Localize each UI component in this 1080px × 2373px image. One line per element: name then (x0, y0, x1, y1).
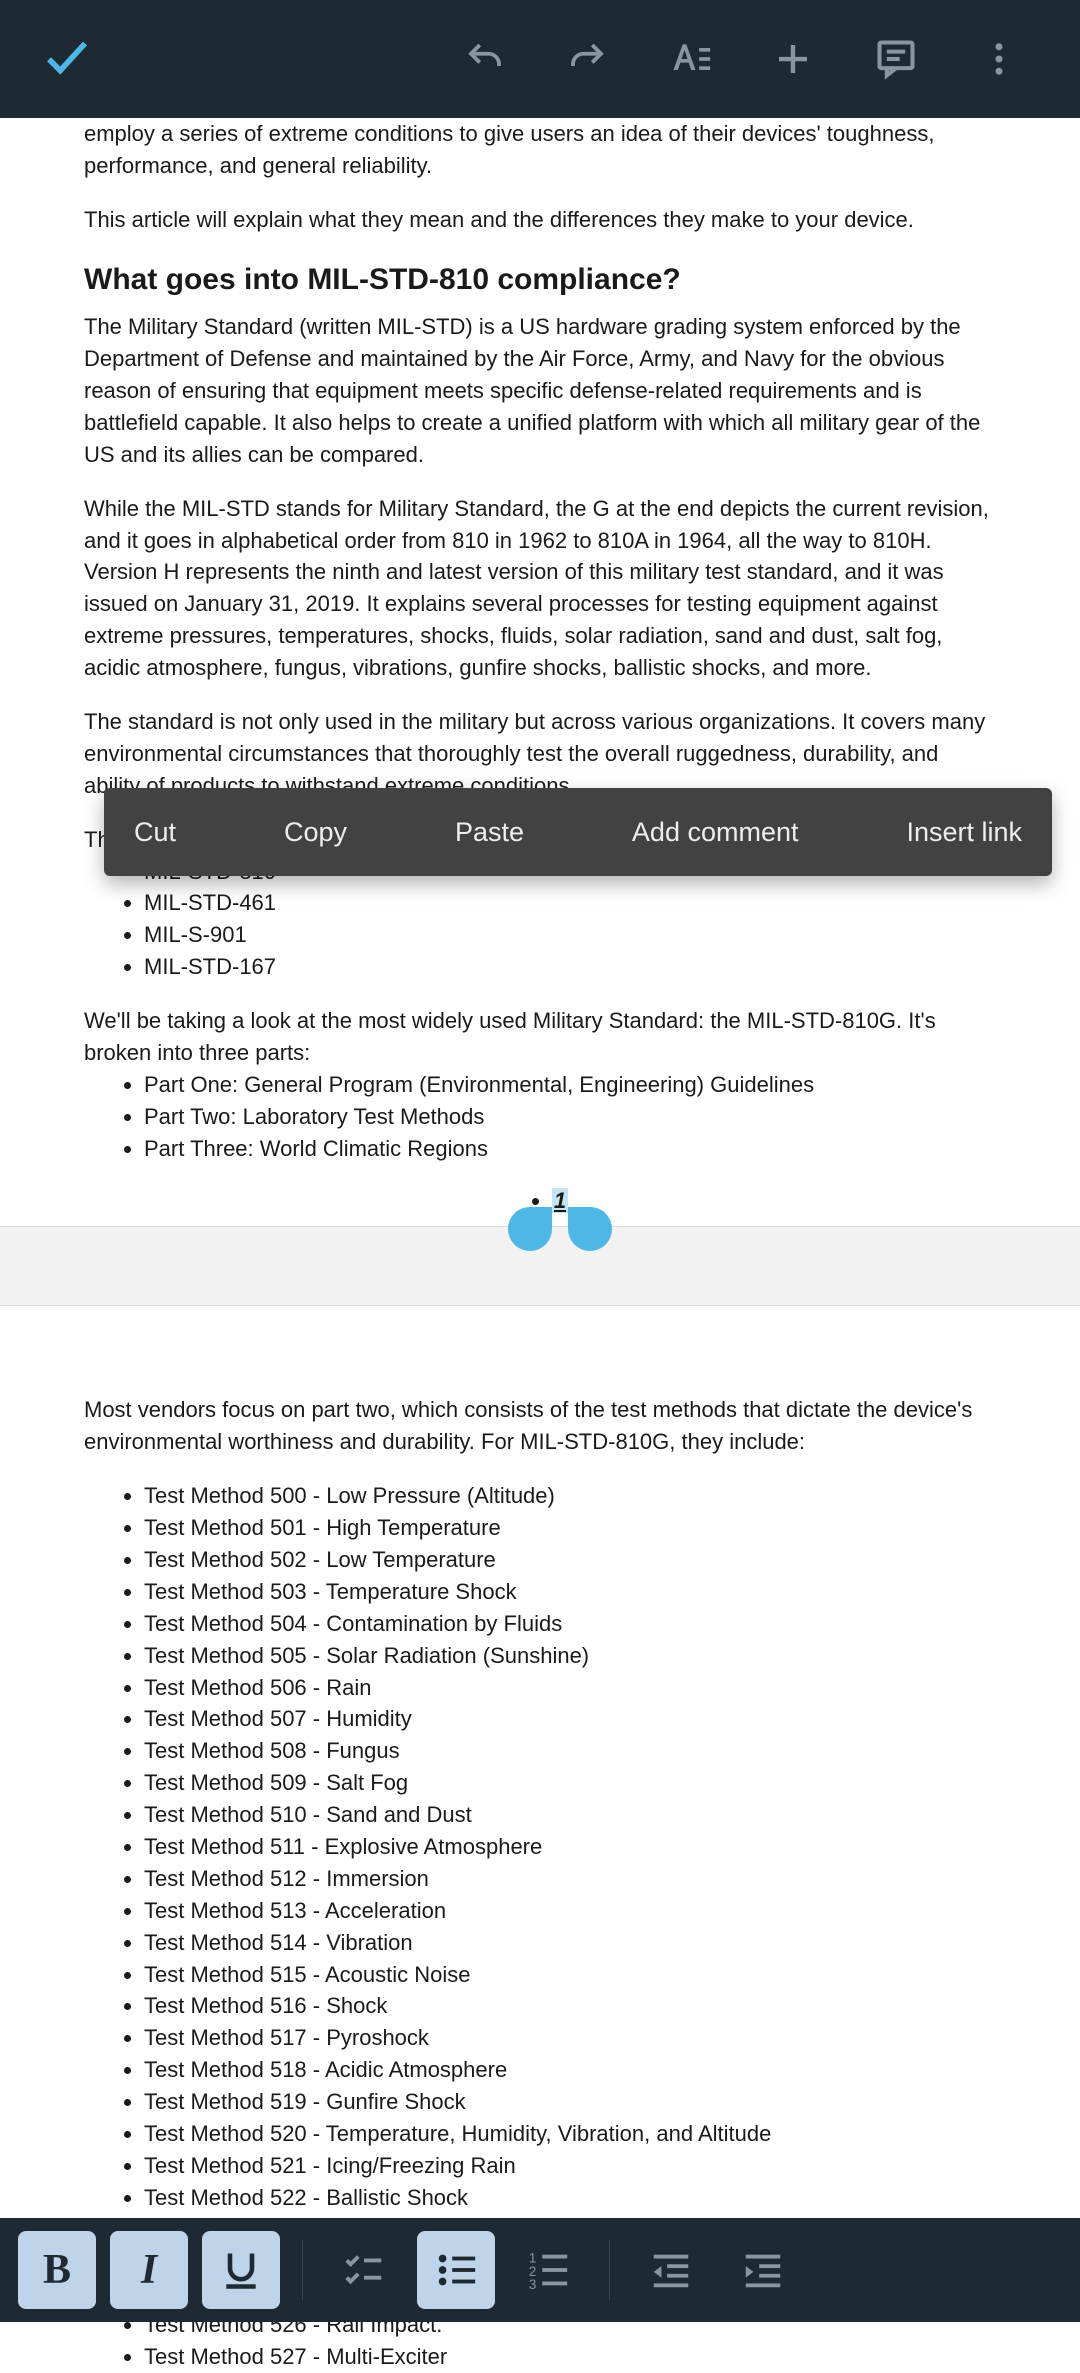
italic-button[interactable]: I (110, 2231, 188, 2309)
list-item[interactable]: Test Method 517 - Pyroshock (144, 2022, 996, 2054)
text-selection[interactable]: 1 (552, 1185, 568, 1217)
outdent-button[interactable] (632, 2231, 710, 2309)
checklist-button[interactable] (325, 2231, 403, 2309)
list-item[interactable]: Test Method 521 - Icing/Freezing Rain (144, 2150, 996, 2182)
undo-icon[interactable] (464, 38, 506, 80)
more-vert-icon[interactable] (978, 38, 1020, 80)
list-item[interactable]: Test Method 516 - Shock (144, 1990, 996, 2022)
list-item[interactable]: Test Method 508 - Fungus (144, 1735, 996, 1767)
list-item[interactable]: Test Method 509 - Salt Fog (144, 1767, 996, 1799)
body-text[interactable]: This article will explain what they mean… (84, 204, 996, 236)
list-item[interactable]: Test Method 513 - Acceleration (144, 1895, 996, 1927)
list-item[interactable]: Test Method 501 - High Temperature (144, 1512, 996, 1544)
list-item[interactable]: MIL-STD-461 (144, 887, 996, 919)
list-item[interactable]: MIL-S-901 (144, 919, 996, 951)
list-item[interactable]: Test Method 518 - Acidic Atmosphere (144, 2054, 996, 2086)
underline-button[interactable] (202, 2231, 280, 2309)
body-text[interactable]: We'll be taking a look at the most widel… (84, 1005, 996, 1069)
list-item[interactable]: Part Two: Laboratory Test Methods (144, 1101, 996, 1133)
list-item[interactable]: Test Method 512 - Immersion (144, 1863, 996, 1895)
svg-text:3: 3 (529, 2277, 536, 2292)
list-item[interactable]: Test Method 504 - Contamination by Fluid… (144, 1608, 996, 1640)
cut-menu-item[interactable]: Cut (134, 817, 176, 848)
paste-menu-item[interactable]: Paste (455, 817, 524, 848)
list-item[interactable]: Test Method 520 - Temperature, Humidity,… (144, 2118, 996, 2150)
done-check-icon[interactable] (40, 30, 94, 89)
selected-text[interactable]: 1 (552, 1188, 568, 1213)
document-body[interactable]: employ a series of extreme conditions to… (0, 118, 1080, 2373)
plus-icon[interactable] (772, 38, 814, 80)
bold-button[interactable]: B (18, 2231, 96, 2309)
selection-handle-end[interactable] (568, 1207, 612, 1251)
top-toolbar (0, 0, 1080, 118)
body-text[interactable]: While the MIL-STD stands for Military St… (84, 493, 996, 684)
parts-list[interactable]: Part One: General Program (Environmental… (84, 1069, 996, 1165)
list-item[interactable]: Test Method 505 - Solar Radiation (Sunsh… (144, 1640, 996, 1672)
divider (302, 2240, 303, 2300)
bullet-list-button[interactable] (417, 2231, 495, 2309)
insert-link-menu-item[interactable]: Insert link (906, 817, 1022, 848)
body-text[interactable]: The Military Standard (written MIL-STD) … (84, 311, 996, 470)
copy-menu-item[interactable]: Copy (284, 817, 347, 848)
numbered-list-button[interactable]: 123 (509, 2231, 587, 2309)
list-item[interactable]: Part Three: World Climatic Regions (144, 1133, 996, 1165)
redo-icon[interactable] (566, 38, 608, 80)
indent-button[interactable] (724, 2231, 802, 2309)
list-item[interactable]: Test Method 519 - Gunfire Shock (144, 2086, 996, 2118)
divider (609, 2240, 610, 2300)
list-item[interactable]: Part One: General Program (Environmental… (144, 1069, 996, 1101)
list-item[interactable]: Test Method 511 - Explosive Atmosphere (144, 1831, 996, 1863)
list-item[interactable]: Test Method 506 - Rain (144, 1672, 996, 1704)
list-item[interactable]: Test Method 514 - Vibration (144, 1927, 996, 1959)
list-item[interactable]: Test Method 527 - Multi-Exciter (144, 2341, 996, 2373)
format-toolbar: B I 123 (0, 2218, 1080, 2322)
context-menu: Cut Copy Paste Add comment Insert link (104, 788, 1052, 876)
list-item[interactable]: Test Method 500 - Low Pressure (Altitude… (144, 1480, 996, 1512)
list-item[interactable]: Test Method 503 - Temperature Shock (144, 1576, 996, 1608)
add-comment-menu-item[interactable]: Add comment (632, 817, 799, 848)
list-item[interactable]: Test Method 507 - Humidity (144, 1703, 996, 1735)
list-item[interactable]: Test Method 515 - Acoustic Noise (144, 1959, 996, 1991)
list-item[interactable]: MIL-STD-167 (144, 951, 996, 983)
list-item[interactable]: Test Method 502 - Low Temperature (144, 1544, 996, 1576)
comment-icon[interactable] (874, 37, 918, 81)
selection-handle-start[interactable] (508, 1207, 552, 1251)
body-text[interactable]: employ a series of extreme conditions to… (84, 118, 996, 182)
list-item[interactable]: Test Method 522 - Ballistic Shock (144, 2182, 996, 2214)
list-item[interactable]: Test Method 510 - Sand and Dust (144, 1799, 996, 1831)
heading-2[interactable]: What goes into MIL-STD-810 compliance? (84, 258, 996, 302)
body-text[interactable]: Most vendors focus on part two, which co… (84, 1394, 996, 1458)
text-format-icon[interactable] (668, 37, 712, 81)
